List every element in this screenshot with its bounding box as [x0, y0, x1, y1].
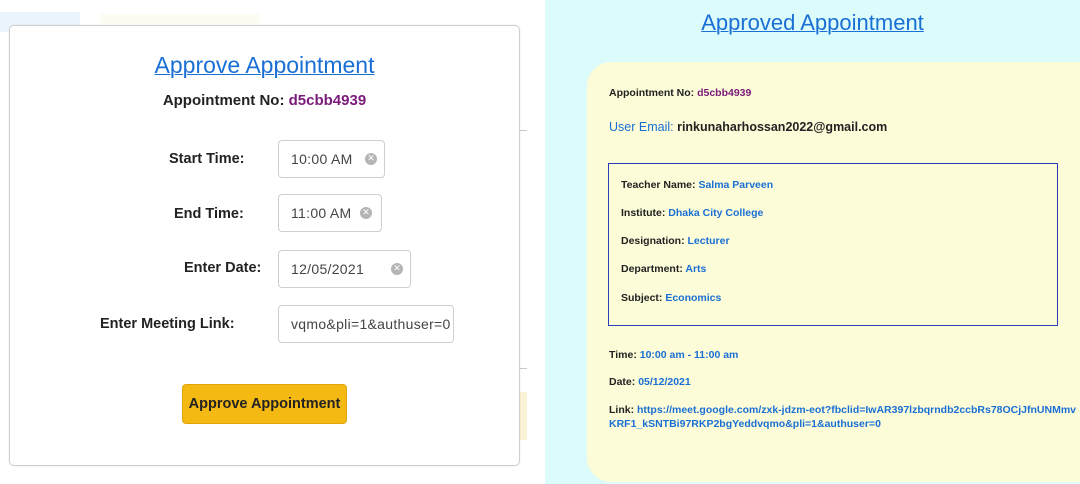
- meeting-link: Link: https://meet.google.com/zxk-jdzm-e…: [609, 403, 1080, 431]
- teacher-department: Department: Arts: [621, 263, 706, 275]
- background-fragment: [100, 14, 260, 24]
- teacher-name-label: Teacher Name:: [621, 179, 699, 191]
- appointment-number: Appointment No: d5cbb4939: [10, 92, 519, 109]
- designation-label: Designation:: [621, 235, 688, 247]
- approved-appointment-number: Appointment No: d5cbb4939: [609, 87, 751, 99]
- date-value: 05/12/2021: [638, 376, 691, 388]
- appointment-number-value: d5cbb4939: [288, 92, 367, 109]
- teacher-institute: Institute: Dhaka City College: [621, 207, 763, 219]
- date-label: Enter Date:: [184, 260, 262, 276]
- subject-label: Subject:: [621, 292, 666, 304]
- teacher-name-value: Salma Parveen: [698, 179, 774, 191]
- subject-value: Economics: [665, 292, 722, 304]
- institute-label: Institute:: [621, 207, 669, 219]
- background-fragment: [519, 392, 527, 440]
- date-label: Date:: [609, 376, 639, 388]
- department-value: Arts: [685, 263, 707, 275]
- appointment-number-label: Appointment No:: [162, 92, 289, 109]
- time-label: Time:: [609, 349, 640, 361]
- user-email-value: rinkunaharhossan2022@gmail.com: [677, 120, 888, 134]
- user-email-label: User Email:: [609, 120, 678, 134]
- appointment-number-label: Appointment No:: [609, 87, 698, 99]
- date-input[interactable]: 12/05/2021 ✕: [278, 250, 411, 288]
- end-time-label: End Time:: [174, 206, 244, 222]
- start-time-label: Start Time:: [169, 151, 245, 167]
- divider: [519, 130, 527, 131]
- approve-appointment-button[interactable]: Approve Appointment: [182, 384, 347, 424]
- designation-value: Lecturer: [687, 235, 730, 247]
- appointment-time: Time: 10:00 am - 11:00 am: [609, 349, 738, 361]
- link-label: Link:: [609, 404, 637, 416]
- meeting-link-input[interactable]: vqmo&pli=1&authuser=0: [278, 305, 454, 343]
- institute-value: Dhaka City College: [668, 207, 764, 219]
- start-time-value: 10:00 AM: [291, 151, 353, 167]
- clear-circle-icon[interactable]: ✕: [365, 153, 377, 165]
- user-email: User Email: rinkunaharhossan2022@gmail.c…: [609, 120, 887, 134]
- teacher-designation: Designation: Lecturer: [621, 235, 730, 247]
- teacher-name: Teacher Name: Salma Parveen: [621, 179, 773, 191]
- meeting-link-label: Enter Meeting Link:: [100, 316, 235, 332]
- end-time-value: 11:00 AM: [291, 205, 352, 221]
- divider: [519, 368, 527, 369]
- department-label: Department:: [621, 263, 686, 275]
- teacher-subject: Subject: Economics: [621, 292, 721, 304]
- clear-circle-icon[interactable]: ✕: [391, 263, 403, 275]
- appointment-number-value: d5cbb4939: [697, 87, 752, 99]
- meeting-link-url[interactable]: https://meet.google.com/zxk-jdzm-eot?fbc…: [609, 404, 1076, 430]
- time-value: 10:00 am - 11:00 am: [639, 349, 739, 361]
- modal-title: Approve Appointment: [154, 52, 375, 78]
- date-value: 12/05/2021: [291, 261, 365, 277]
- approve-modal: Approve Appointment Appointment No: d5cb…: [9, 25, 520, 466]
- clear-circle-icon[interactable]: ✕: [360, 207, 372, 219]
- meeting-link-value: vqmo&pli=1&authuser=0: [291, 316, 451, 332]
- start-time-input[interactable]: 10:00 AM ✕: [278, 140, 385, 178]
- approved-title: Approved Appointment: [701, 10, 924, 35]
- end-time-input[interactable]: 11:00 AM ✕: [278, 194, 382, 232]
- appointment-date: Date: 05/12/2021: [609, 376, 691, 388]
